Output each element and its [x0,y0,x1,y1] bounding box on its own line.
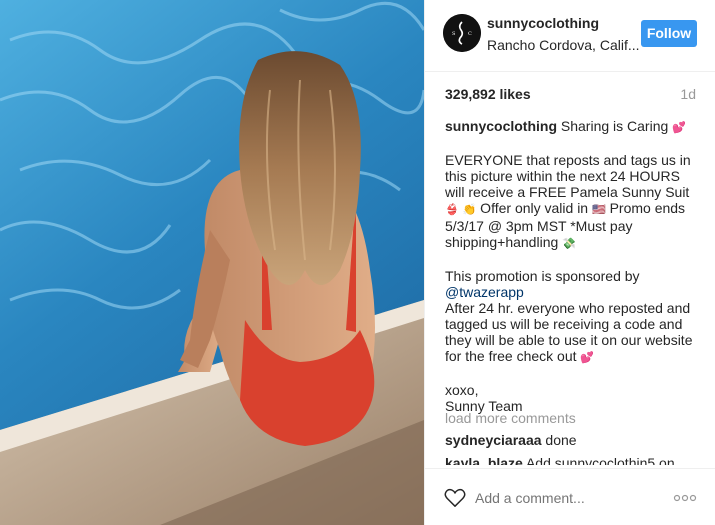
instagram-post: S C sunnycoclothing Rancho Cordova, Cali… [0,0,715,525]
comment-text: Add sunnycoclothin5 on [522,455,675,465]
caption-para2: This promotion is sponsored by [445,268,640,284]
heart-emoji-icon: 💕 [580,352,595,364]
likes-count[interactable]: 329,892 likes [445,86,531,102]
heart-emoji-icon: 💕 [672,122,686,134]
location-link[interactable]: Rancho Cordova, Calif... [487,37,640,53]
svg-text:C: C [468,31,472,37]
comment-text: done [541,432,577,448]
svg-text:S: S [452,31,456,37]
comment-input[interactable] [475,487,665,509]
post-time[interactable]: 1d [680,86,696,102]
caption-line1: Sharing is Caring [557,118,673,134]
post-details-panel: S C sunnycoclothing Rancho Cordova, Cali… [424,0,715,525]
comment-item: kayla_blaze Add sunnycoclothin5 on [445,454,675,465]
comment-username[interactable]: sydneyciaraaa [445,432,542,448]
caption-signoff1: xoxo, [445,382,479,398]
caption-username[interactable]: sunnycoclothing [445,118,557,134]
likes-row: 329,892 likes 1d [445,86,696,104]
heart-outline-icon[interactable] [444,488,466,508]
avatar[interactable]: S C [443,14,481,52]
post-header: S C sunnycoclothing Rancho Cordova, Cali… [425,0,715,72]
clap-emoji-icon: 👏 [462,204,477,216]
caption-para1b: Offer only valid in [476,200,592,216]
caption-para1: EVERYONE that reposts and tags us in thi… [445,152,691,200]
username-link[interactable]: sunnycoclothing [487,15,599,31]
follow-button[interactable]: Follow [641,20,697,47]
comment-item: sydneyciaraaa done [445,432,577,448]
mention-link[interactable]: @twazerapp [445,284,524,300]
sunny-co-logo: S C [443,14,481,52]
us-flag-emoji-icon: 🇺🇸 [591,204,606,216]
pool-girl-photo [0,0,424,525]
more-options-icon[interactable] [673,491,697,505]
comment-username[interactable]: kayla_blaze [445,455,523,465]
post-photo[interactable] [0,0,424,525]
add-comment-row [425,468,715,525]
bikini-emoji-icon: 👙 [445,204,459,216]
load-more-comments[interactable]: load more comments [445,410,576,426]
money-emoji-icon: 💸 [562,238,576,250]
caption: sunnycoclothing Sharing is Caring 💕 EVER… [445,118,703,414]
caption-para3: After 24 hr. everyone who reposted and t… [445,300,693,364]
